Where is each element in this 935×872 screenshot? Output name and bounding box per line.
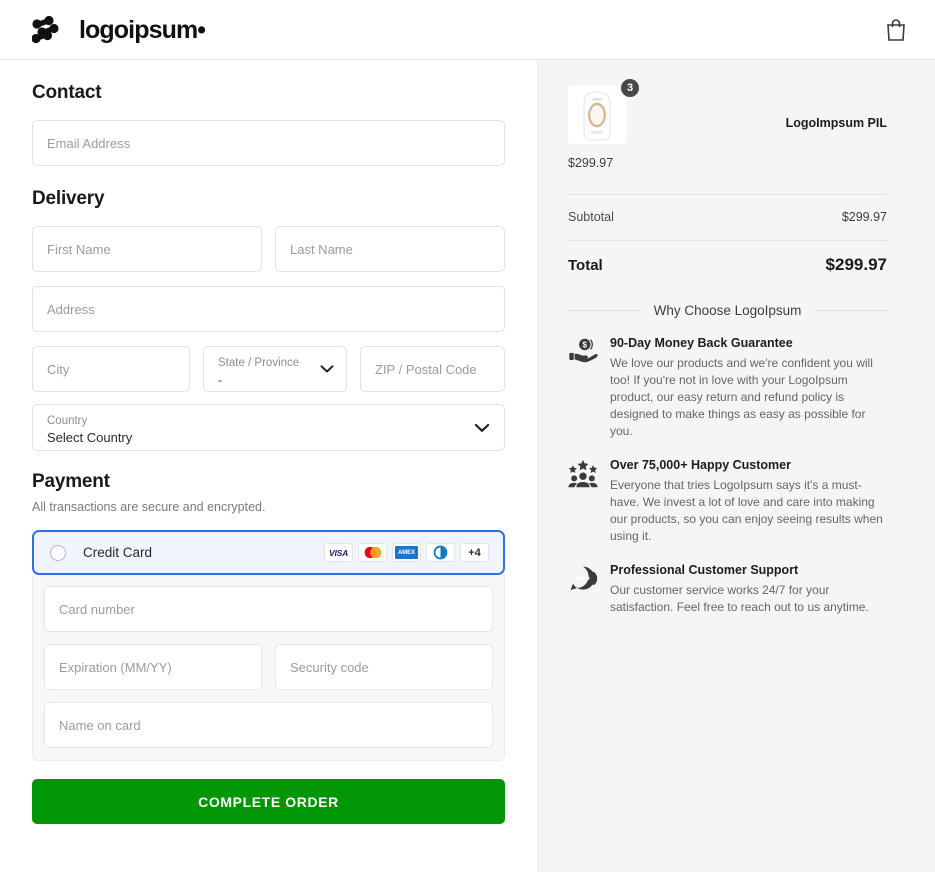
order-line-item: 3 LogoImpsum PIL (568, 78, 887, 144)
payment-method-label: Credit Card (83, 545, 153, 560)
country-label: Country (47, 415, 88, 427)
checkout-body: Contact Email Address Delivery First Nam… (0, 60, 935, 872)
expiration-field[interactable]: Expiration (MM/YY) (44, 644, 262, 690)
state-province-label: State / Province (218, 356, 300, 369)
brand-dot: • (197, 16, 206, 44)
amex-icon: AMEX (392, 543, 421, 562)
expiration-placeholder: Expiration (MM/YY) (59, 659, 172, 675)
card-number-field[interactable]: Card number (44, 586, 493, 632)
ipl-device-thumbnail (568, 86, 626, 144)
country-select[interactable]: Country Select Country (32, 404, 505, 451)
delivery-heading: Delivery (32, 188, 105, 209)
accepted-card-brands: VISA AMEX +4 (324, 543, 489, 562)
benefit-item: Professional Customer Support Our custom… (568, 563, 887, 616)
total-label: Total (568, 256, 603, 274)
why-choose-divider: Why Choose LogoIpsum (568, 303, 888, 318)
shopping-bag-icon[interactable] (885, 18, 907, 42)
summary-divider-top (568, 194, 887, 195)
first-name-field[interactable]: First Name (32, 226, 262, 272)
brand-name: logoipsum• (79, 16, 206, 44)
benefit-title: Over 75,000+ Happy Customer (610, 458, 791, 472)
benefit-title: 90-Day Money Back Guarantee (610, 336, 793, 350)
checkout-form-column: Contact Email Address Delivery First Nam… (0, 60, 538, 872)
summary-divider-middle (568, 240, 887, 241)
benefit-item: Over 75,000+ Happy Customer Everyone tha… (568, 458, 887, 545)
payment-heading: Payment (32, 471, 110, 492)
product-price: $299.97 (568, 156, 614, 170)
benefit-title: Professional Customer Support (610, 563, 799, 577)
zip-postal-placeholder: ZIP / Postal Code (375, 361, 477, 377)
subtotal-row: Subtotal $299.97 (568, 210, 887, 224)
benefit-body: Everyone that tries LogoIpsum says it's … (610, 478, 883, 543)
card-number-placeholder: Card number (59, 601, 135, 617)
divider-line-left (568, 310, 640, 311)
brand-logo[interactable]: logoipsum• (32, 15, 206, 44)
divider-line-right (815, 310, 888, 311)
city-field[interactable]: City (32, 346, 190, 392)
complete-order-button[interactable]: COMPLETE ORDER (32, 779, 505, 824)
payment-security-note: All transactions are secure and encrypte… (32, 500, 266, 514)
total-row: Total $299.97 (568, 255, 887, 275)
radio-unchecked-icon[interactable] (50, 544, 66, 561)
benefit-body: We love our products and we're confident… (610, 356, 873, 438)
benefit-item: $ 90-Day Money Back Guarantee We love ou… (568, 336, 887, 440)
email-placeholder: Email Address (47, 135, 131, 151)
first-name-placeholder: First Name (47, 241, 111, 257)
country-value: Select Country (47, 430, 133, 445)
address-placeholder: Address (47, 301, 95, 317)
state-province-select[interactable]: State / Province - (203, 346, 347, 392)
chevron-down-icon (474, 423, 490, 432)
product-thumbnail-wrap: 3 (568, 78, 640, 144)
order-summary-column: 3 LogoImpsum PIL $299.97 Subtotal $299.9… (538, 60, 935, 872)
last-name-placeholder: Last Name (290, 241, 353, 257)
mastercard-icon (358, 543, 387, 562)
why-choose-title: Why Choose LogoIpsum (653, 303, 802, 318)
name-on-card-placeholder: Name on card (59, 717, 141, 733)
email-field[interactable]: Email Address (32, 120, 505, 166)
address-field[interactable]: Address (32, 286, 505, 332)
benefit-body: Our customer service works 24/7 for your… (610, 583, 869, 614)
subtotal-value: $299.97 (841, 210, 887, 224)
logoipsum-dots-mark (32, 15, 59, 43)
total-value: $299.97 (825, 255, 887, 274)
payment-method-credit-card[interactable]: Credit Card VISA AMEX +4 (32, 530, 505, 575)
chevron-down-icon (320, 365, 334, 373)
security-code-field[interactable]: Security code (275, 644, 493, 690)
svg-text:$: $ (583, 341, 588, 350)
product-name: LogoImpsum PIL (785, 116, 887, 130)
hand-holding-coin-icon: $ (569, 338, 598, 363)
state-province-value: - (218, 372, 222, 387)
zip-postal-field[interactable]: ZIP / Postal Code (360, 346, 505, 392)
subtotal-label: Subtotal (568, 210, 614, 224)
diners-club-icon (426, 543, 455, 562)
checkout-page: logoipsum• Contact Email Address Deliver… (0, 0, 935, 872)
more-brands-badge: +4 (460, 543, 489, 562)
site-header: logoipsum• (0, 0, 935, 60)
contact-heading: Contact (32, 82, 102, 103)
card-details-panel: Card number Expiration (MM/YY) Security … (32, 575, 505, 761)
name-on-card-field[interactable]: Name on card (44, 702, 493, 748)
city-placeholder: City (47, 361, 70, 377)
security-code-placeholder: Security code (290, 659, 369, 675)
happy-customers-stars-icon (568, 459, 598, 488)
visa-icon: VISA (324, 543, 353, 562)
last-name-field[interactable]: Last Name (275, 226, 505, 272)
quantity-badge: 3 (620, 78, 640, 98)
headset-support-icon (570, 566, 598, 591)
